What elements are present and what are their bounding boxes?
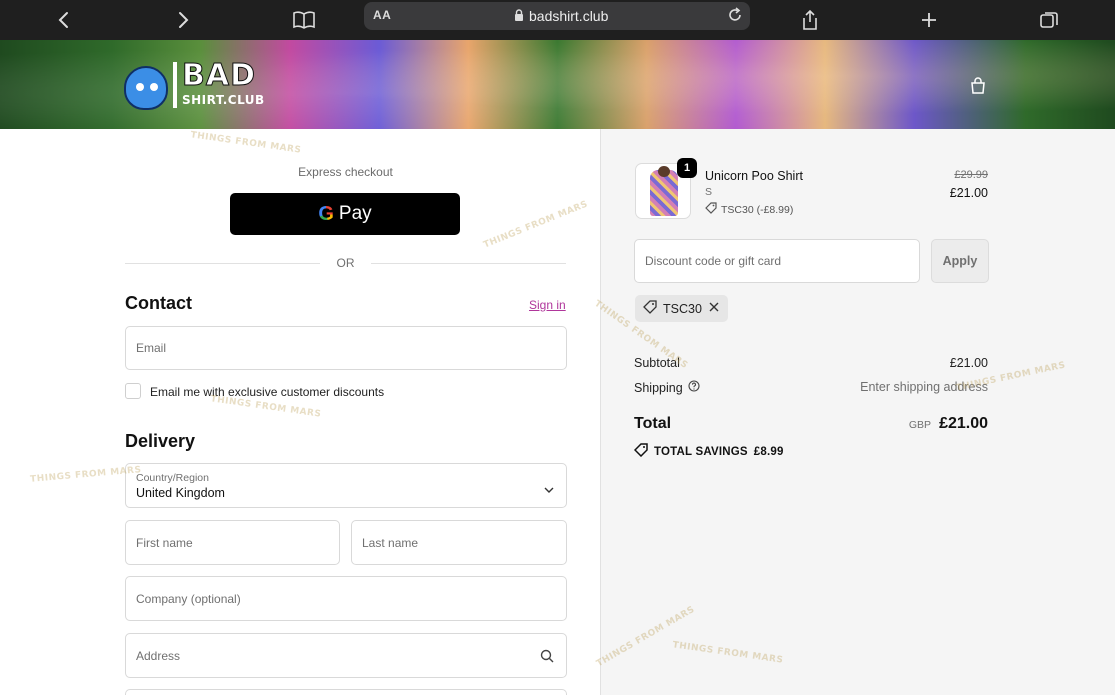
marketing-checkbox[interactable] [125, 383, 141, 399]
company-field[interactable]: Company (optional) [125, 576, 567, 621]
lock-icon [514, 9, 524, 25]
shipping-row: Shipping [634, 380, 700, 395]
google-pay-button[interactable]: G Pay [230, 193, 460, 235]
tabs-icon[interactable] [1035, 6, 1063, 34]
quantity-badge: 1 [677, 158, 697, 178]
store-banner: BAD SHIRT.CLUB [0, 40, 1115, 129]
discount-code-input[interactable]: Discount code or gift card [634, 239, 920, 283]
chevron-down-icon [544, 481, 554, 499]
reload-icon[interactable] [726, 6, 744, 27]
tag-icon [643, 300, 657, 317]
applied-discount-tag: TSC30 [635, 295, 728, 322]
tag-icon [633, 443, 648, 460]
search-icon [540, 649, 554, 668]
apply-button[interactable]: Apply [931, 239, 989, 283]
email-field[interactable]: Email [125, 326, 567, 370]
subtotal-label: Subtotal [634, 356, 680, 370]
address-field[interactable]: Address [125, 633, 567, 678]
marketing-label: Email me with exclusive customer discoun… [150, 385, 385, 399]
browser-toolbar: AA badshirt.club [0, 0, 1115, 40]
contact-heading: Contact [125, 293, 192, 313]
share-icon[interactable] [796, 6, 824, 34]
product-name: Unicorn Poo Shirt [705, 169, 803, 183]
total-label: Total [634, 415, 672, 432]
shipping-value: Enter shipping address [860, 380, 988, 394]
mascot-icon [124, 66, 168, 110]
address-bar[interactable]: AA badshirt.club [364, 2, 750, 30]
new-tab-icon[interactable] [915, 6, 943, 34]
first-name-field[interactable]: First name [125, 520, 340, 565]
original-price: £29.99 [954, 169, 988, 181]
delivery-heading: Delivery [125, 431, 196, 451]
currency-code: GBP [908, 419, 932, 431]
total-value: GBP £21.00 [908, 415, 988, 432]
country-select[interactable]: Country/Region United Kingdom [125, 463, 567, 508]
or-divider: OR [125, 256, 566, 270]
help-icon[interactable] [688, 380, 700, 395]
url-text: badshirt.club [529, 8, 609, 24]
apartment-field[interactable] [125, 689, 567, 695]
checkout-form: Express checkout G Pay OR Contact Sign i… [0, 129, 600, 695]
express-checkout-label: Express checkout [298, 165, 393, 179]
tag-icon [705, 202, 717, 217]
back-icon[interactable] [50, 6, 78, 34]
subtotal-value: £21.00 [949, 356, 988, 370]
store-logo[interactable]: BAD SHIRT.CLUB [124, 58, 264, 116]
order-summary: 1 Unicorn Poo Shirt S TSC30 (-£8.99) £29… [600, 129, 1115, 695]
product-discount: TSC30 (-£8.99) [705, 202, 793, 217]
item-price: £21.00 [949, 186, 988, 200]
reader-options-button[interactable]: AA [373, 8, 391, 22]
google-icon: G [318, 202, 334, 225]
forward-icon[interactable] [169, 6, 197, 34]
total-savings: TOTAL SAVINGS £8.99 [633, 443, 784, 460]
sign-in-link[interactable]: Sign in [529, 298, 566, 312]
product-variant: S [705, 186, 713, 198]
last-name-field[interactable]: Last name [351, 520, 567, 565]
bookmarks-icon[interactable] [290, 6, 318, 34]
remove-discount-icon[interactable] [708, 301, 720, 316]
shopping-bag-icon[interactable] [969, 77, 987, 95]
